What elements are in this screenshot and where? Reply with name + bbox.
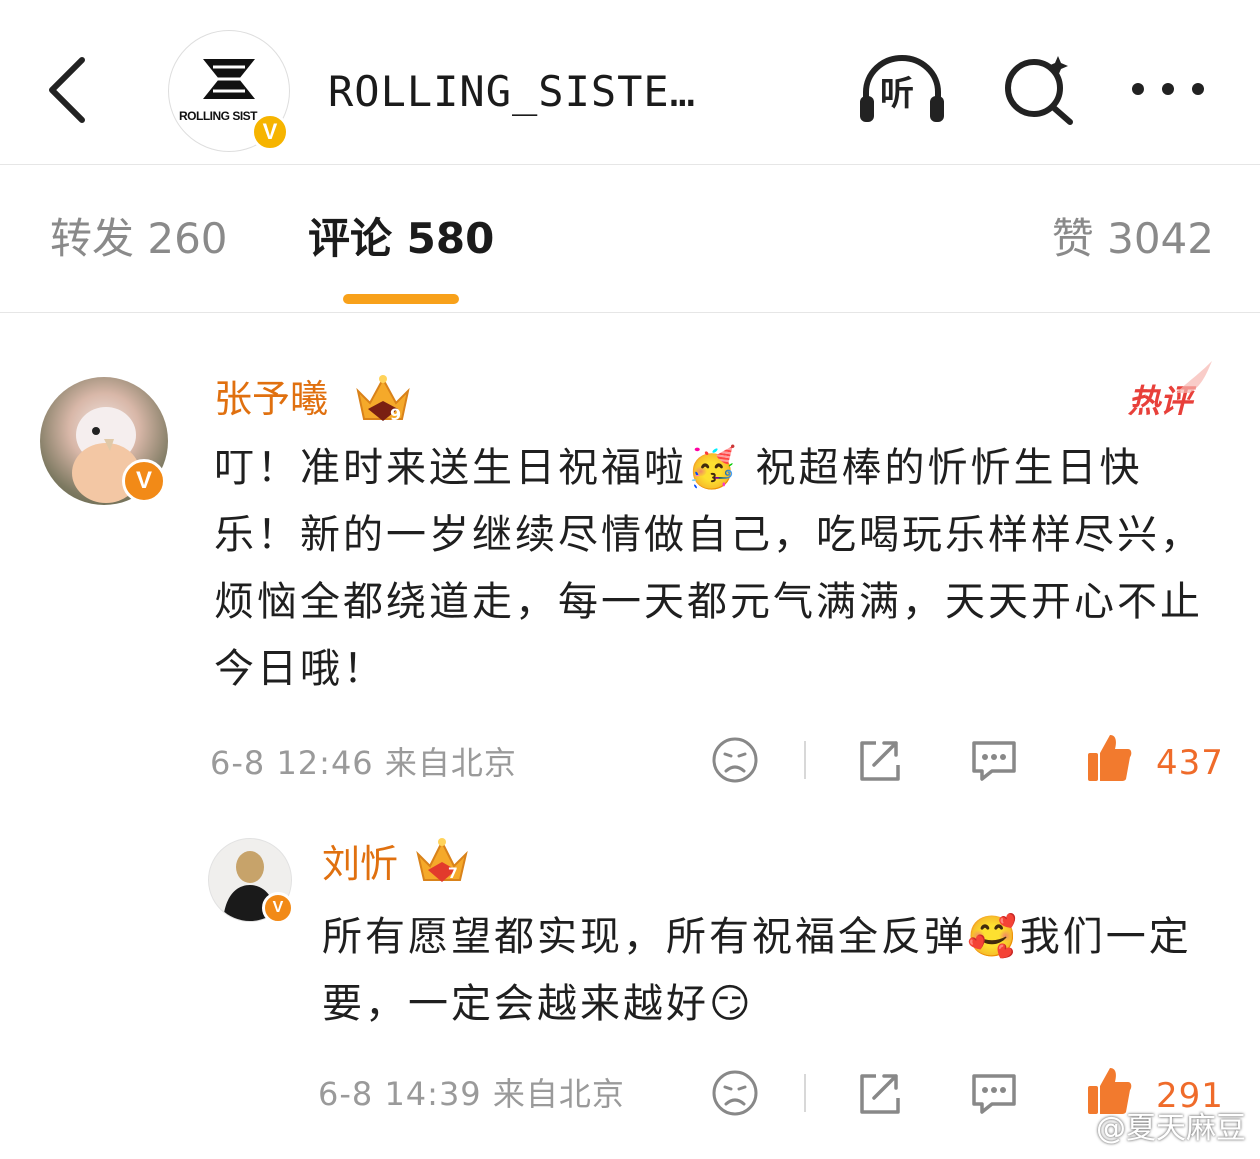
top-bar: ROLLING SIST V ROLLING_SISTE… 听 [0, 0, 1260, 165]
comment-bubble-icon [972, 1074, 1016, 1114]
sad-face-icon [712, 737, 758, 783]
replier-name[interactable]: 刘忻 [322, 840, 398, 888]
thumbs-up-icon [1088, 735, 1132, 781]
logo-text: ROLLING SIST [179, 109, 258, 123]
tab-likes[interactable]: 赞 3042 [1052, 211, 1214, 267]
dislike-button[interactable] [710, 735, 760, 785]
tab-bar: 转发 260 评论 580 赞 3042 [0, 165, 1260, 313]
rolling-sisters-logo-icon [203, 59, 255, 99]
vip-level: 9 [390, 405, 402, 424]
reply-text: 所有愿望都实现，所有祝福全反弹🥰我们一定要，一定会越来越好😏 [322, 914, 1192, 1027]
verified-badge: V [251, 113, 289, 151]
search-button[interactable] [1000, 52, 1076, 128]
back-button[interactable] [40, 52, 100, 128]
divider [804, 741, 806, 779]
comment-bubble-icon [972, 741, 1016, 781]
divider [804, 1074, 806, 1112]
vip-crown-icon: 7 [414, 836, 470, 888]
comment-meta: 6-8 12:46 来自北京 [210, 744, 517, 782]
like-button[interactable] [1084, 731, 1134, 785]
flame-decoration-icon [1176, 361, 1212, 393]
search-icon [1005, 56, 1073, 125]
page-avatar[interactable]: ROLLING SIST V [168, 30, 290, 152]
chevron-left-icon [49, 57, 85, 123]
listen-button[interactable]: 听 [856, 52, 948, 128]
comment-text: 叮！准时来送生日祝福啦🥳 祝超棒的忻忻生日快乐！新的一岁继续尽情做自己，吃喝玩乐… [214, 445, 1203, 692]
reply-meta: 6-8 14:39 来自北京 [318, 1075, 625, 1113]
verified-badge: V [122, 459, 166, 503]
share-icon [860, 1074, 900, 1114]
like-count: 437 [1156, 743, 1224, 783]
page-title[interactable]: ROLLING_SISTE… [328, 64, 748, 120]
listen-label: 听 [880, 74, 914, 114]
reply-item: V 刘忻 7 所有愿望都实现，所有祝福全反弹🥰我们一定要，一定会越来越好😏 6-… [0, 818, 1260, 1159]
comment-item: V 张予曦 9 热评 叮！准时来送生日祝福啦🥳 祝超棒的忻忻生日快乐！新的一岁继… [0, 313, 1260, 813]
vip-crown-icon: 9 [352, 371, 414, 427]
reply-button[interactable] [968, 735, 1020, 785]
share-button[interactable] [854, 735, 904, 785]
sad-face-icon [712, 1070, 758, 1116]
share-icon [860, 741, 900, 781]
reply-button[interactable] [968, 1068, 1020, 1118]
more-button[interactable] [1128, 74, 1208, 104]
active-tab-indicator [343, 294, 459, 304]
commenter-name[interactable]: 张予曦 [214, 375, 328, 423]
tab-reposts[interactable]: 转发 260 [50, 211, 228, 267]
share-button[interactable] [854, 1068, 904, 1118]
more-dots-icon [1132, 83, 1204, 95]
watermark: @夏天麻豆 [1096, 1111, 1246, 1146]
vip-level: 7 [448, 866, 458, 882]
tab-comments[interactable]: 评论 580 [308, 211, 494, 267]
dislike-button[interactable] [710, 1068, 760, 1118]
verified-badge: V [262, 892, 294, 924]
